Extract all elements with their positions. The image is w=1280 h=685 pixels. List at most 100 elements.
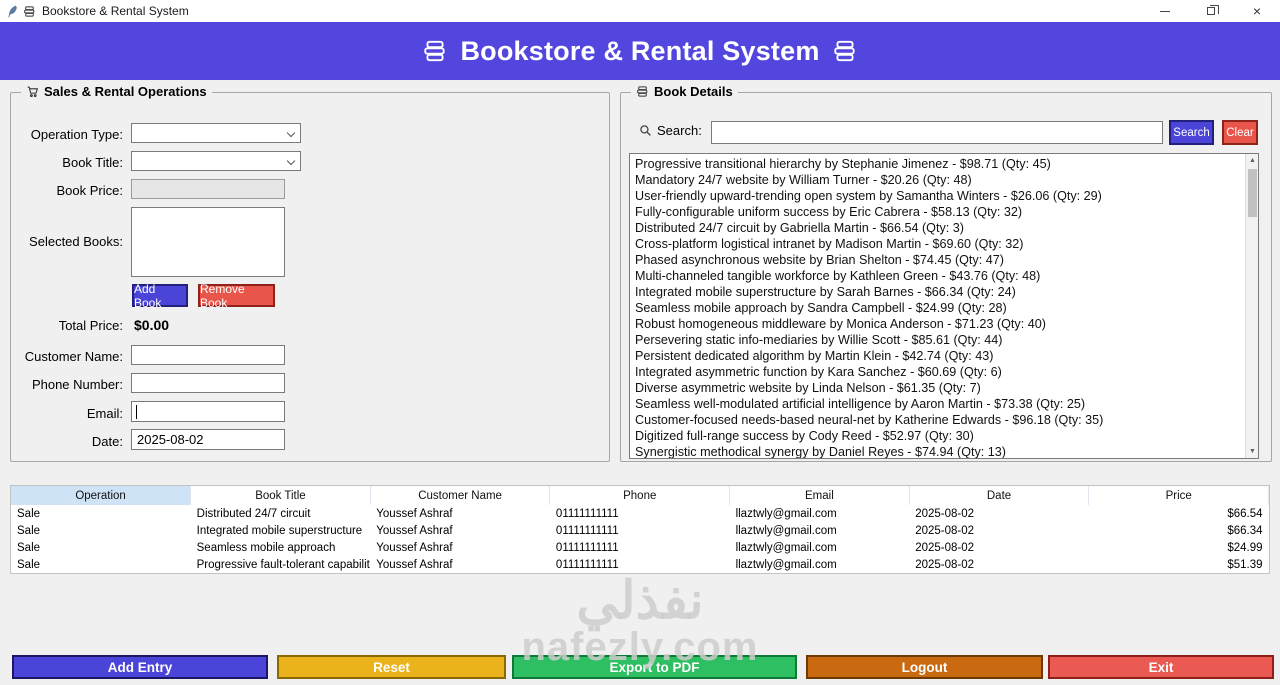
book-list-item[interactable]: Persistent dedicated algorithm by Martin…	[635, 348, 1244, 364]
cell-book-title: Seamless mobile approach	[191, 539, 371, 556]
maximize-button[interactable]	[1188, 0, 1234, 22]
book-list-item[interactable]: Digitized full-range success by Cody Ree…	[635, 428, 1244, 444]
titlebar: Bookstore & Rental System ×	[0, 0, 1280, 22]
scroll-up-icon[interactable]: ▲	[1246, 154, 1259, 167]
add-entry-button[interactable]: Add Entry	[12, 655, 268, 679]
book-list-item[interactable]: Progressive transitional hierarchy by St…	[635, 156, 1244, 172]
chevron-down-icon	[287, 129, 295, 137]
book-list-item[interactable]: Persevering static info-mediaries by Wil…	[635, 332, 1244, 348]
feather-app-icon	[7, 5, 18, 18]
book-list-item[interactable]: Fully-configurable uniform success by Er…	[635, 204, 1244, 220]
sales-operations-panel: Sales & Rental Operations Operation Type…	[10, 92, 610, 462]
close-icon: ×	[1253, 4, 1261, 18]
book-list-item[interactable]: Robust homogeneous middleware by Monica …	[635, 316, 1244, 332]
table-body: Sale Distributed 24/7 circuit Youssef As…	[11, 505, 1269, 573]
cell-phone: 01111111111	[550, 522, 730, 539]
text-cursor	[136, 405, 137, 419]
scroll-down-icon[interactable]: ▼	[1246, 445, 1259, 458]
cell-customer-name: Youssef Ashraf	[370, 539, 550, 556]
cell-date: 2025-08-02	[909, 539, 1089, 556]
logout-button[interactable]: Logout	[806, 655, 1043, 679]
total-price-value: $0.00	[134, 317, 169, 333]
sales-panel-legend: Sales & Rental Operations	[21, 84, 212, 99]
book-list-item[interactable]: Integrated mobile superstructure by Sara…	[635, 284, 1244, 300]
book-list-item[interactable]: Customer-focused needs-based neural-net …	[635, 412, 1244, 428]
book-list-item[interactable]: Cross-platform logistical intranet by Ma…	[635, 236, 1244, 252]
table-row[interactable]: Sale Seamless mobile approach Youssef As…	[11, 539, 1269, 556]
selected-books-label: Selected Books:	[11, 234, 123, 250]
column-header-date[interactable]: Date	[909, 486, 1089, 505]
clear-button[interactable]: Clear	[1222, 120, 1258, 145]
export-to-pdf-button[interactable]: Export to PDF	[512, 655, 797, 679]
cell-date: 2025-08-02	[909, 522, 1089, 539]
customer-name-field[interactable]	[131, 345, 285, 365]
cell-customer-name: Youssef Ashraf	[370, 505, 550, 522]
cell-email: llaztwly@gmail.com	[730, 522, 910, 539]
watermark-arabic: نفذلي	[0, 576, 1280, 626]
book-details-panel: Book Details Search: Search Clear Progre…	[620, 92, 1272, 462]
selected-books-listbox[interactable]	[131, 207, 285, 277]
book-list-item[interactable]: Multi-channeled tangible workforce by Ka…	[635, 268, 1244, 284]
minimize-button[interactable]	[1142, 0, 1188, 22]
cell-book-title: Integrated mobile superstructure	[191, 522, 371, 539]
book-title-label: Book Title:	[11, 153, 123, 173]
column-header-operation[interactable]: Operation	[11, 486, 191, 505]
add-book-button[interactable]: Add Book	[132, 284, 188, 307]
email-field[interactable]	[131, 401, 285, 422]
book-list-item[interactable]: Phased asynchronous website by Brian She…	[635, 252, 1244, 268]
column-header-book-title[interactable]: Book Title	[191, 486, 371, 505]
maximize-icon	[1207, 7, 1215, 15]
operation-type-select[interactable]	[131, 123, 301, 143]
remove-book-button[interactable]: Remove Book	[198, 284, 275, 307]
cell-book-title: Distributed 24/7 circuit	[191, 505, 371, 522]
exit-button[interactable]: Exit	[1048, 655, 1274, 679]
book-title-select[interactable]	[131, 151, 301, 171]
column-header-phone[interactable]: Phone	[550, 486, 730, 505]
books-icon	[832, 38, 858, 64]
column-header-price[interactable]: Price	[1089, 486, 1269, 505]
books-icon	[23, 5, 36, 18]
books-icon	[636, 85, 649, 98]
cell-email: llaztwly@gmail.com	[730, 505, 910, 522]
book-list-item[interactable]: Integrated asymmetric function by Kara S…	[635, 364, 1244, 380]
book-price-label: Book Price:	[11, 181, 123, 201]
search-icon	[639, 124, 652, 137]
phone-number-field[interactable]	[131, 373, 285, 393]
book-details-legend: Book Details	[631, 84, 738, 99]
reset-button[interactable]: Reset	[277, 655, 506, 679]
book-list: Progressive transitional hierarchy by St…	[630, 154, 1244, 459]
close-button[interactable]: ×	[1234, 0, 1280, 22]
book-list-item[interactable]: User-friendly upward-trending open syste…	[635, 188, 1244, 204]
window-title: Bookstore & Rental System	[42, 4, 189, 18]
email-label: Email:	[11, 403, 123, 424]
table-header-row: Operation Book Title Customer Name Phone…	[11, 486, 1269, 505]
phone-number-label: Phone Number:	[11, 375, 123, 395]
search-label: Search:	[657, 123, 702, 138]
scrollbar-thumb[interactable]	[1248, 169, 1257, 217]
date-label: Date:	[11, 431, 123, 452]
titlebar-icons	[0, 5, 36, 18]
books-icon	[422, 38, 448, 64]
watermark: نفذلي nafezly.com	[0, 576, 1280, 666]
column-header-customer-name[interactable]: Customer Name	[370, 486, 550, 505]
book-list-item[interactable]: Seamless well-modulated artificial intel…	[635, 396, 1244, 412]
sales-panel-title: Sales & Rental Operations	[44, 84, 207, 99]
table-row[interactable]: Sale Progressive fault-tolerant capabili…	[11, 556, 1269, 573]
date-field[interactable]: 2025-08-02	[131, 429, 285, 450]
book-details-title: Book Details	[654, 84, 733, 99]
book-list-scrollbar[interactable]: ▲ ▼	[1245, 154, 1258, 458]
search-input[interactable]	[711, 121, 1163, 144]
column-header-email[interactable]: Email	[730, 486, 910, 505]
table-row[interactable]: Sale Integrated mobile superstructure Yo…	[11, 522, 1269, 539]
book-listbox[interactable]: Progressive transitional hierarchy by St…	[629, 153, 1259, 459]
cell-customer-name: Youssef Ashraf	[370, 522, 550, 539]
book-list-item[interactable]: Seamless mobile approach by Sandra Campb…	[635, 300, 1244, 316]
page-title: Bookstore & Rental System	[460, 36, 819, 67]
book-list-item[interactable]: Diverse asymmetric website by Linda Nels…	[635, 380, 1244, 396]
table-row[interactable]: Sale Distributed 24/7 circuit Youssef As…	[11, 505, 1269, 522]
book-list-item[interactable]: Synergistic methodical synergy by Daniel…	[635, 444, 1244, 459]
search-button[interactable]: Search	[1169, 120, 1214, 145]
book-price-field	[131, 179, 285, 199]
book-list-item[interactable]: Mandatory 24/7 website by William Turner…	[635, 172, 1244, 188]
book-list-item[interactable]: Distributed 24/7 circuit by Gabriella Ma…	[635, 220, 1244, 236]
